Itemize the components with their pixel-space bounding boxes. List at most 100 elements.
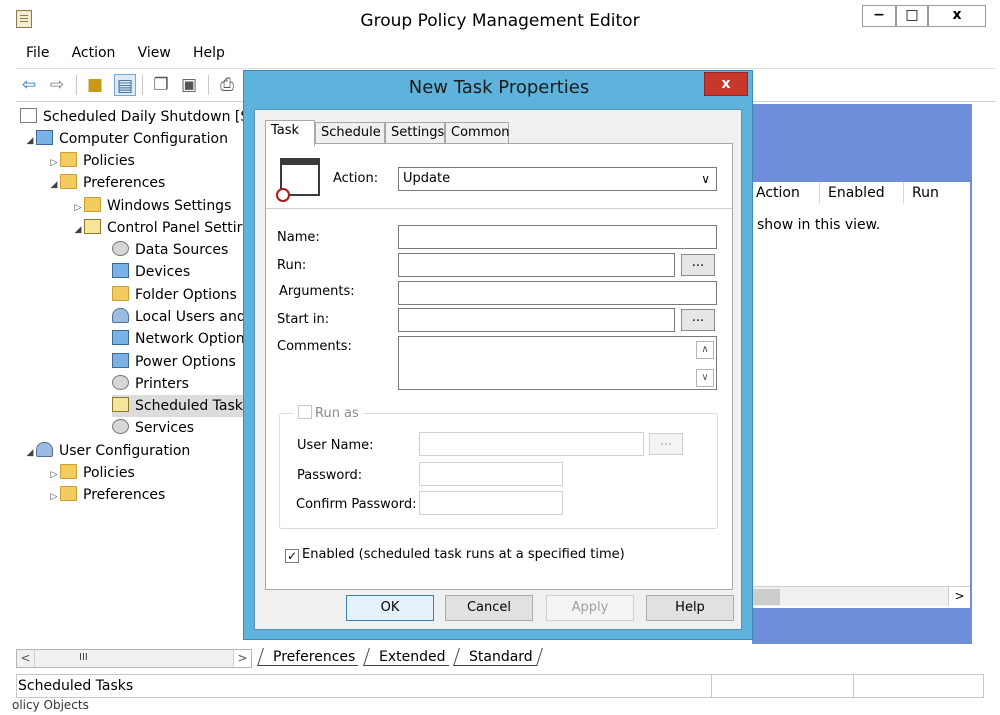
scroll-down-icon[interactable]: ∨ xyxy=(696,369,714,387)
arguments-field[interactable] xyxy=(398,281,717,305)
tree-computer-configuration-label: Computer Configuration xyxy=(59,131,228,147)
toolbar-separator xyxy=(208,75,209,95)
scroll-thumb[interactable] xyxy=(752,589,780,605)
run-field[interactable] xyxy=(398,253,675,277)
tab-settings[interactable]: Settings xyxy=(385,122,445,144)
tab-task[interactable]: Task xyxy=(265,120,315,146)
comments-label: Comments: xyxy=(277,339,352,354)
name-field[interactable] xyxy=(398,225,717,249)
collapsed-icon[interactable]: ▷ xyxy=(72,197,84,219)
scroll-right-icon[interactable]: > xyxy=(948,587,970,606)
tree-user-preferences[interactable]: ▷ Preferences xyxy=(48,484,165,506)
menu-file[interactable]: File xyxy=(16,42,57,61)
tree-policies-label: Policies xyxy=(83,153,135,169)
tree-network-options[interactable]: Network Option xyxy=(112,328,244,350)
scroll-up-icon[interactable]: ∧ xyxy=(696,341,714,359)
user-name-browse-button[interactable]: ... xyxy=(649,433,683,455)
back-arrow-icon[interactable]: ⇦ xyxy=(18,74,40,96)
tree-policies[interactable]: ▷ Policies xyxy=(48,150,135,172)
collapsed-icon[interactable]: ▷ xyxy=(48,464,60,486)
comments-textarea[interactable]: ∧ ∨ xyxy=(398,336,717,390)
enabled-checkbox[interactable]: ✓ xyxy=(285,549,299,563)
tree-printers[interactable]: Printers xyxy=(112,373,189,395)
tree-user-configuration[interactable]: ◢ User Configuration xyxy=(24,440,190,462)
arguments-label: Arguments: xyxy=(279,284,355,299)
help-button[interactable]: Help xyxy=(646,595,734,621)
details-horizontal-scrollbar[interactable]: > xyxy=(752,586,970,606)
tree-horizontal-scrollbar[interactable]: < III > xyxy=(16,649,252,668)
close-button[interactable]: x xyxy=(928,5,986,27)
forward-arrow-icon[interactable]: ⇨ xyxy=(46,74,68,96)
enabled-label: Enabled (scheduled task runs at a specif… xyxy=(302,547,625,562)
menu-help[interactable]: Help xyxy=(183,42,233,61)
column-header-enabled[interactable]: Enabled xyxy=(824,182,904,204)
tree-windows-settings[interactable]: ▷ Windows Settings xyxy=(72,195,231,217)
folder-icon xyxy=(84,197,101,212)
tree-data-sources[interactable]: Data Sources xyxy=(112,239,228,261)
expanded-icon[interactable]: ◢ xyxy=(72,219,84,241)
dialog-close-button[interactable]: x xyxy=(704,72,748,96)
tree-services[interactable]: Services xyxy=(112,417,194,439)
menu-view[interactable]: View xyxy=(128,42,179,61)
start-in-label: Start in: xyxy=(277,312,330,327)
collapsed-icon[interactable]: ▷ xyxy=(48,152,60,174)
maximize-button[interactable]: □ xyxy=(896,5,928,27)
tree-devices[interactable]: Devices xyxy=(112,261,190,283)
action-select[interactable]: Update ∨ xyxy=(398,167,717,191)
start-in-browse-button[interactable]: ... xyxy=(681,309,715,331)
tree-scheduled-tasks[interactable]: Scheduled Task xyxy=(112,395,244,417)
scroll-left-icon[interactable]: < xyxy=(17,650,35,667)
copy-icon[interactable]: ❐ xyxy=(150,74,172,96)
tree-user-policies[interactable]: ▷ Policies xyxy=(48,462,135,484)
tree-root[interactable]: Scheduled Daily Shutdown [SL xyxy=(20,106,244,128)
run-label: Run: xyxy=(277,258,307,273)
column-header-run[interactable]: Run xyxy=(908,182,970,204)
expanded-icon[interactable]: ◢ xyxy=(24,442,36,464)
run-as-legend[interactable]: Run as xyxy=(294,405,363,421)
run-browse-button[interactable]: ... xyxy=(681,254,715,276)
user-name-field[interactable] xyxy=(419,432,644,456)
tree-folder-options[interactable]: Folder Options xyxy=(112,284,237,306)
ok-button[interactable]: OK xyxy=(346,595,434,621)
start-in-field[interactable] xyxy=(398,308,675,332)
tab-common[interactable]: Common xyxy=(445,122,510,144)
collapsed-icon[interactable]: ▷ xyxy=(48,486,60,508)
tab-schedule[interactable]: Schedule xyxy=(315,122,385,144)
tree-control-panel-settings[interactable]: ◢ Control Panel Settir xyxy=(72,217,242,239)
tree-preferences[interactable]: ◢ Preferences xyxy=(48,172,165,194)
expanded-icon[interactable]: ◢ xyxy=(24,130,36,152)
password-field[interactable] xyxy=(419,462,563,486)
print-icon[interactable]: ⎙ xyxy=(216,74,238,96)
show-hide-tree-icon[interactable]: ▤ xyxy=(114,74,136,96)
column-header-action[interactable]: Action xyxy=(752,182,820,204)
tab-preferences[interactable]: Preferences xyxy=(257,648,365,666)
scheduled-tasks-icon xyxy=(112,397,129,412)
user-icon xyxy=(36,442,53,457)
tab-extended[interactable]: Extended xyxy=(362,648,455,666)
chevron-down-icon[interactable]: ∨ xyxy=(701,168,710,190)
tree-local-users[interactable]: Local Users and xyxy=(112,306,244,328)
apply-button[interactable]: Apply xyxy=(546,595,634,621)
confirm-password-field[interactable] xyxy=(419,491,563,515)
tree-control-panel-label: Control Panel Settir xyxy=(107,220,243,236)
expanded-icon[interactable]: ◢ xyxy=(48,174,60,196)
devices-icon xyxy=(112,263,129,278)
tree-power-options[interactable]: Power Options xyxy=(112,351,236,373)
minimize-button[interactable]: − xyxy=(862,5,896,27)
action-select-value: Update xyxy=(403,171,451,186)
enabled-option[interactable]: ✓ Enabled (scheduled task runs at a speci… xyxy=(285,547,625,563)
tab-standard[interactable]: Standard xyxy=(452,648,543,666)
paste-icon[interactable]: ▣ xyxy=(178,74,200,96)
folder-icon xyxy=(60,464,77,479)
menu-action[interactable]: Action xyxy=(62,42,124,61)
separator xyxy=(266,208,732,209)
tree-user-policies-label: Policies xyxy=(83,465,135,481)
scroll-right-icon[interactable]: > xyxy=(233,650,251,667)
run-as-checkbox[interactable] xyxy=(298,405,312,419)
run-as-group: Run as User Name: ... Password: Confirm … xyxy=(279,405,718,529)
up-folder-icon[interactable]: ■ xyxy=(84,74,106,96)
tree-computer-configuration[interactable]: ◢ Computer Configuration xyxy=(24,128,228,150)
cancel-button[interactable]: Cancel xyxy=(445,595,533,621)
view-tabs: Preferences Extended Standard xyxy=(257,648,543,670)
scroll-thumb-grip-icon[interactable]: III xyxy=(79,652,88,663)
